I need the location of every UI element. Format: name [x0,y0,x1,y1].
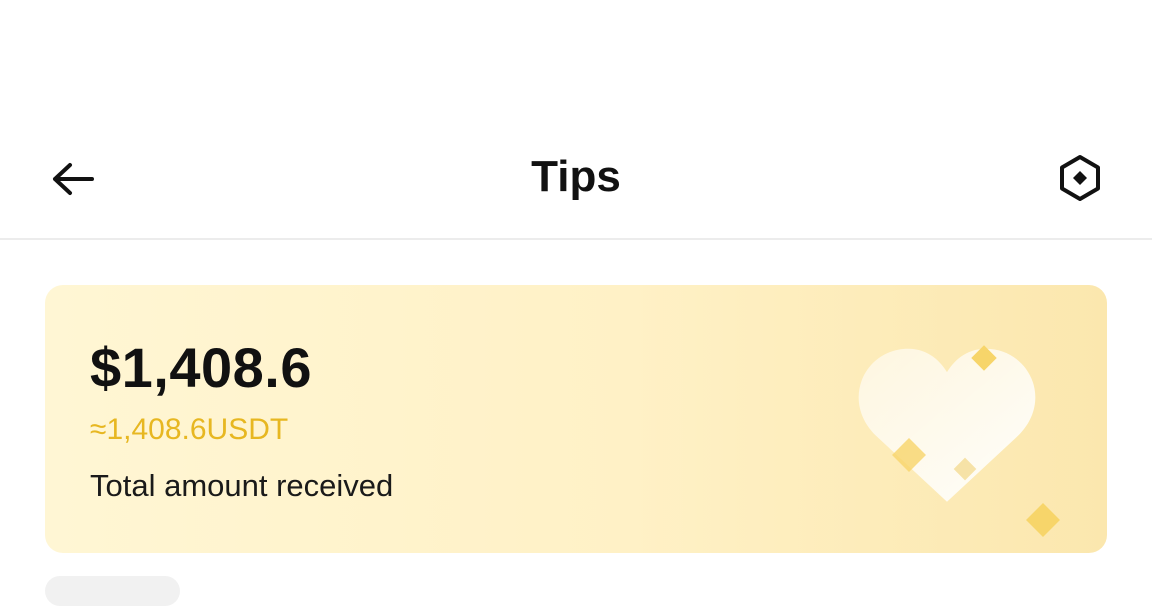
amount-caption: Total amount received [90,468,394,503]
back-button[interactable] [44,155,102,203]
arrow-left-icon [53,163,94,195]
next-section-chip [45,576,180,606]
navigation-bar: Tips [0,120,1152,240]
heart-sparkle-icon [858,345,1060,537]
tips-summary-card: $1,408.6 ≈1,408.6USDT Total amount recei… [45,285,1107,553]
total-amount: $1,408.6 [90,336,312,399]
settings-button[interactable] [1052,150,1108,206]
usdt-amount: ≈1,408.6USDT [90,413,289,446]
status-bar-area [0,0,1152,120]
page-title: Tips [531,152,621,201]
hexagon-settings-icon [1060,155,1100,201]
